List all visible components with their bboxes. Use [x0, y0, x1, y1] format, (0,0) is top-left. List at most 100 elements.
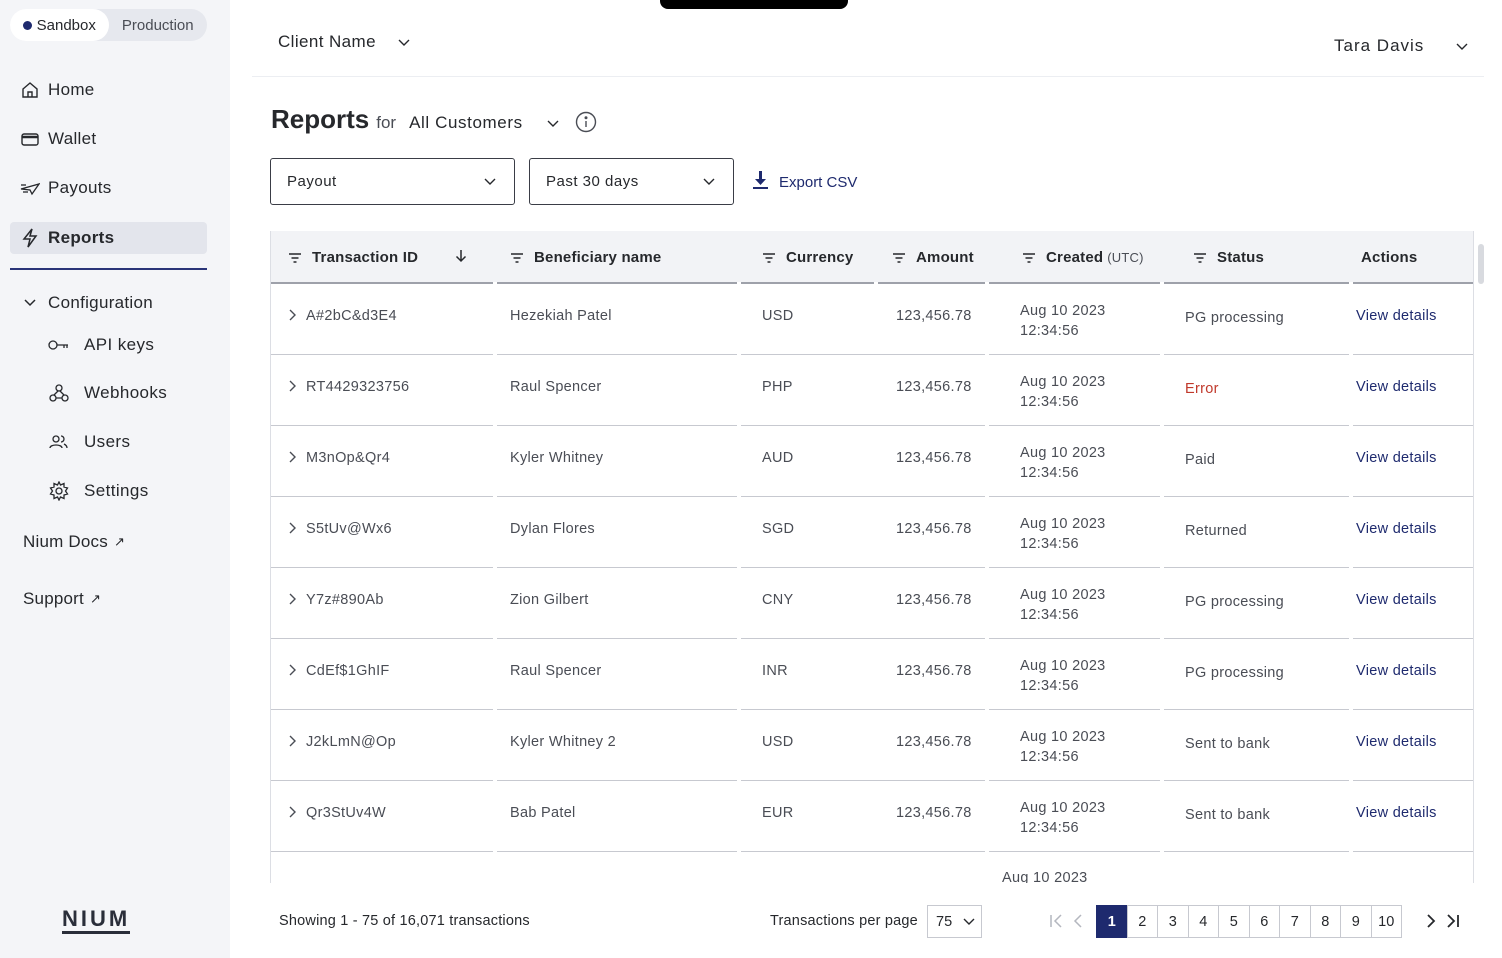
view-details-link[interactable]: View details [1356, 592, 1437, 608]
page-button[interactable]: 8 [1309, 905, 1341, 938]
cell-created-time: 12:34:56 [1020, 465, 1079, 481]
sidebar-item-label: Payouts [48, 178, 112, 197]
page-button[interactable]: 4 [1187, 905, 1219, 938]
env-option-label: Production [121, 16, 194, 34]
next-page-icon[interactable] [1426, 913, 1436, 929]
sidebar-item-configuration[interactable]: Configuration [10, 287, 207, 319]
sidebar-item-users[interactable]: Users [48, 427, 130, 457]
cell-created: Aug 10 2023 12:34:56 [1020, 301, 1106, 341]
cell-created: Aug 10 2023 12:34:56 [1020, 514, 1106, 554]
table-header: Transaction ID Beneficiary name Currency… [271, 231, 1473, 284]
view-details-link[interactable]: View details [1356, 521, 1437, 537]
filter-icon[interactable] [1022, 252, 1036, 264]
showing-count: Showing 1 - 75 of 16,071 transactions [279, 913, 530, 929]
support-link[interactable]: Support ↗ [23, 589, 101, 609]
cell-beneficiary: Raul Spencer [510, 379, 602, 395]
cell-created: Aug 10 2023 12:34:56 [1020, 443, 1106, 483]
view-details-link[interactable]: View details [1356, 450, 1437, 466]
page-button[interactable]: 9 [1340, 905, 1372, 938]
table-row: M3nOp&Qr4 Kyler Whitney AUD 123,456.78 Aug 1… [271, 426, 1473, 497]
expand-row-icon[interactable] [288, 806, 300, 820]
table-scrollbar[interactable] [1478, 244, 1484, 284]
column-header-status[interactable]: Status [1193, 231, 1264, 284]
date-range-select[interactable]: Past 30 days [529, 158, 734, 205]
cell-beneficiary: Zion Gilbert [510, 592, 589, 608]
page-button[interactable]: 7 [1279, 905, 1311, 938]
first-page-icon[interactable] [1049, 913, 1063, 929]
external-link-icon: ↗ [89, 591, 102, 606]
per-page-label: Transactions per page [770, 913, 918, 929]
filter-icon[interactable] [892, 252, 906, 264]
previous-page-icon[interactable] [1073, 913, 1083, 929]
sort-descending-icon[interactable] [455, 249, 467, 268]
view-details-link[interactable]: View details [1356, 379, 1437, 395]
page-button[interactable]: 1 [1096, 905, 1128, 938]
client-select[interactable]: Client Name [278, 32, 410, 52]
page-button[interactable]: 2 [1126, 905, 1158, 938]
user-menu[interactable]: Tara Davis [1334, 36, 1468, 56]
expand-row-icon[interactable] [288, 309, 300, 323]
cell-beneficiary: Raul Spencer [510, 663, 602, 679]
column-header-created[interactable]: Created (UTC) [1022, 231, 1144, 284]
table-row: RT4429323756 Raul Spencer PHP 123,456.78 Aug… [271, 355, 1473, 426]
cell-status: PG processing [1185, 594, 1284, 610]
sidebar-item-label: Settings [84, 481, 149, 500]
last-page-icon[interactable] [1446, 913, 1460, 929]
gear-icon [48, 480, 70, 502]
sidebar-item-reports[interactable]: Reports [10, 222, 207, 254]
export-csv-button[interactable]: Export CSV [752, 170, 857, 194]
filter-icon[interactable] [1193, 252, 1207, 264]
sidebar-item-home[interactable]: Home [10, 74, 207, 106]
table-row: J2kLmN@Op Kyler Whitney 2 USD 123,456.78 Aug… [271, 710, 1473, 781]
info-icon[interactable] [575, 111, 597, 133]
sidebar-item-payouts[interactable]: Payouts [10, 172, 207, 204]
transaction-type-select[interactable]: Payout [270, 158, 515, 205]
cell-currency: INR [762, 663, 788, 679]
sidebar-item-wallet[interactable]: Wallet [10, 123, 207, 155]
view-details-link[interactable]: View details [1356, 734, 1437, 750]
filter-icon[interactable] [762, 252, 776, 264]
expand-row-icon[interactable] [288, 664, 300, 678]
expand-row-icon[interactable] [288, 451, 300, 465]
filter-icon[interactable] [510, 252, 524, 264]
env-option-production[interactable]: Production [109, 9, 208, 41]
page-button[interactable]: 6 [1248, 905, 1280, 938]
column-header-transaction-id[interactable]: Transaction ID [288, 231, 418, 284]
sidebar-item-webhooks[interactable]: Webhooks [48, 378, 167, 408]
customer-select[interactable]: All Customers [409, 113, 559, 133]
page-button[interactable]: 5 [1218, 905, 1250, 938]
column-header-currency[interactable]: Currency [762, 231, 853, 284]
cell-created-date: Aug 10 2023 [1002, 870, 1088, 883]
column-header-actions: Actions [1361, 231, 1417, 284]
sidebar-item-settings[interactable]: Settings [48, 476, 149, 506]
page-button[interactable]: 3 [1157, 905, 1189, 938]
view-details-link[interactable]: View details [1356, 663, 1437, 679]
sidebar-item-api-keys[interactable]: API keys [48, 330, 154, 360]
nium-logo: NIUM [62, 908, 131, 934]
expand-row-icon[interactable] [288, 380, 300, 394]
chevron-down-icon [547, 113, 559, 133]
payouts-icon [20, 178, 40, 198]
column-header-beneficiary[interactable]: Beneficiary name [510, 231, 661, 284]
table-row: Y7z#890Ab Zion Gilbert CNY 123,456.78 Aug 10… [271, 568, 1473, 639]
expand-row-icon[interactable] [288, 522, 300, 536]
column-label: Transaction ID [312, 249, 419, 266]
cell-amount: 123,456.78 [896, 450, 972, 466]
cell-status: Error [1185, 381, 1219, 397]
column-header-amount[interactable]: Amount [892, 231, 974, 284]
column-label: Actions [1361, 249, 1418, 266]
table-body: A#2bC&d3E4 Hezekiah Patel USD 123,456.78 Aug… [271, 284, 1473, 883]
expand-row-icon[interactable] [288, 735, 300, 749]
column-label: Beneficiary name [534, 249, 662, 266]
nium-docs-link[interactable]: Nium Docs ↗ [23, 532, 125, 552]
per-page-select[interactable]: 75 [927, 905, 982, 938]
expand-row-icon[interactable] [288, 593, 300, 607]
key-icon [48, 334, 70, 356]
view-details-link[interactable]: View details [1356, 308, 1437, 324]
column-label-suffix: (UTC) [1107, 250, 1144, 265]
env-option-sandbox[interactable]: Sandbox [10, 9, 109, 41]
page-button[interactable]: 10 [1370, 905, 1402, 938]
view-details-link[interactable]: View details [1356, 805, 1437, 821]
filter-icon[interactable] [288, 252, 302, 264]
cell-created-date: Aug 10 2023 [1020, 516, 1106, 532]
